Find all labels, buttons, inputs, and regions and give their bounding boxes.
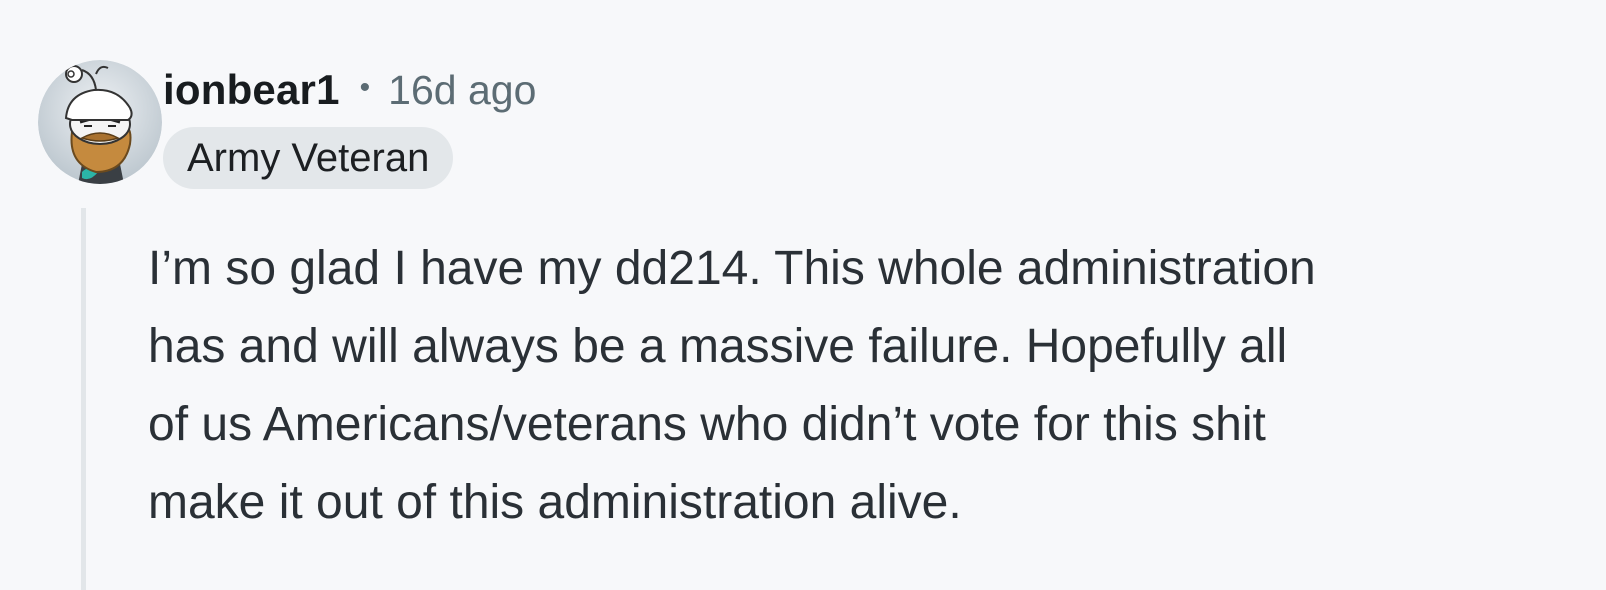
comment-timestamp[interactable]: 16d ago (388, 67, 536, 114)
comment-body: I’m so glad I have my dd214. This whole … (148, 230, 1568, 542)
comment-body-line: I’m so glad I have my dd214. This whole … (148, 242, 1316, 295)
meta-separator: • (359, 71, 371, 104)
comment-body-line: of us Americans/veterans who didn’t vote… (148, 398, 1266, 451)
avatar[interactable] (38, 60, 162, 184)
author-username[interactable]: ionbear1 (163, 66, 340, 114)
comment-body-line: has and will always be a massive failure… (148, 320, 1288, 373)
comment-body-line: make it out of this administration alive… (148, 476, 962, 529)
comment-meta: ionbear1 • 16d ago (163, 62, 536, 118)
thread-line[interactable] (81, 208, 86, 590)
user-flair: Army Veteran (163, 127, 454, 189)
snoo-avatar-icon (38, 60, 162, 184)
comment: ionbear1 • 16d ago Army Veteran I’m so g… (0, 0, 1606, 590)
